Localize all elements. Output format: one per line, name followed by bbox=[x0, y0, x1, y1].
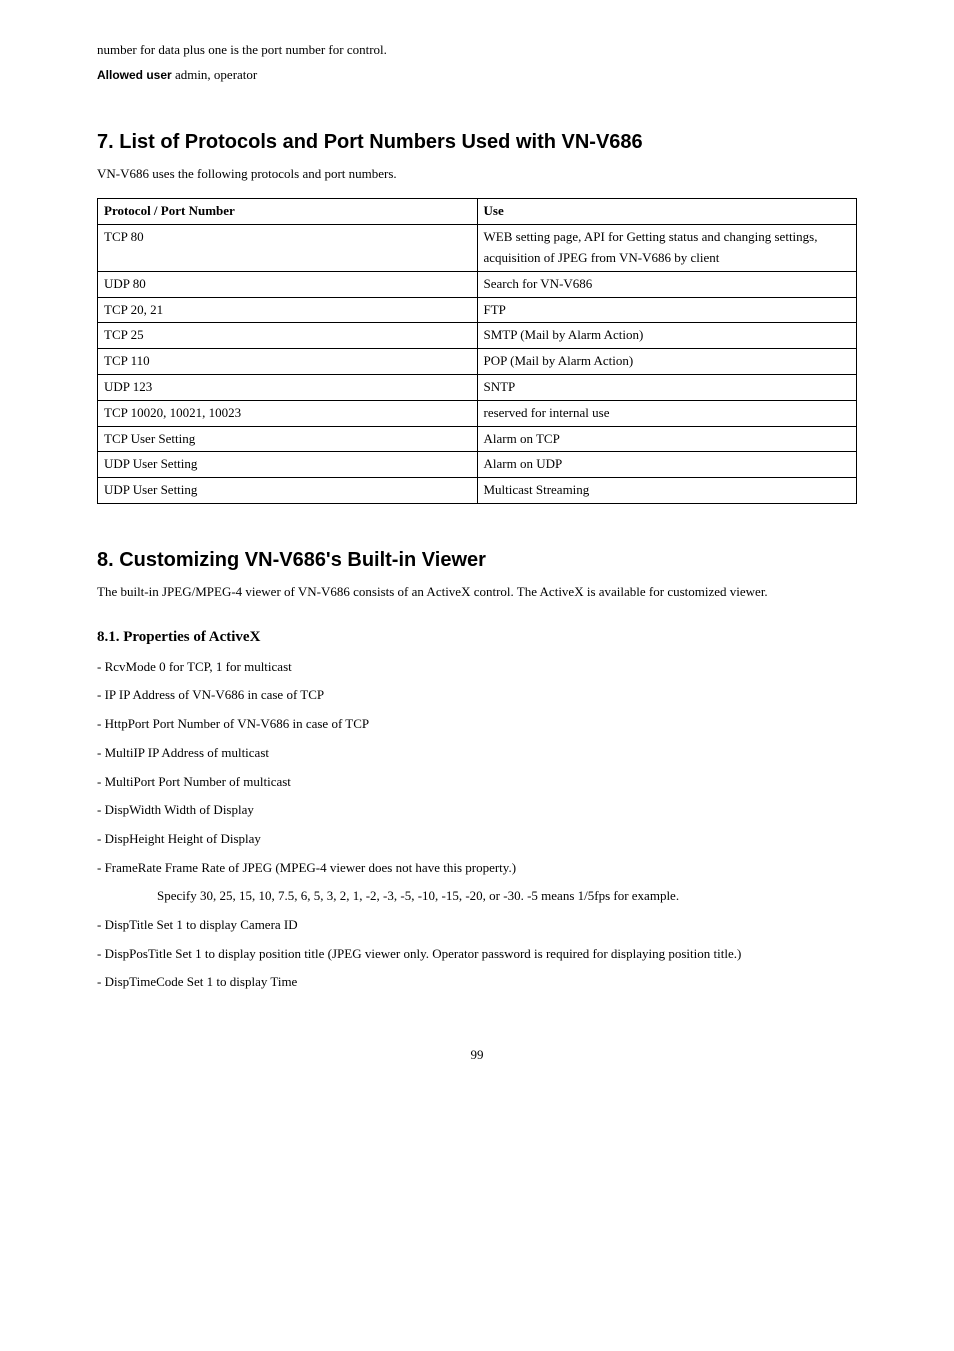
cell-protocol: TCP User Setting bbox=[98, 426, 478, 452]
framerate-detail: Specify 30, 25, 15, 10, 7.5, 6, 5, 3, 2,… bbox=[157, 884, 857, 909]
cell-protocol: TCP 20, 21 bbox=[98, 297, 478, 323]
prop-line: - DispPosTitle Set 1 to display position… bbox=[97, 942, 857, 967]
cell-use: Alarm on UDP bbox=[477, 452, 857, 478]
prop-line: - DispHeight Height of Display bbox=[97, 827, 857, 852]
section-7-subtext: VN-V686 uses the following protocols and… bbox=[97, 164, 857, 185]
prop-line: - DispWidth Width of Display bbox=[97, 798, 857, 823]
prop-line: - DispTimeCode Set 1 to display Time bbox=[97, 970, 857, 995]
prop-line: - IP IP Address of VN-V686 in case of TC… bbox=[97, 683, 857, 708]
page-number: 99 bbox=[97, 1045, 857, 1066]
col-protocol: Protocol / Port Number bbox=[98, 199, 478, 225]
cell-protocol: UDP 80 bbox=[98, 271, 478, 297]
cell-use: reserved for internal use bbox=[477, 400, 857, 426]
prop-line: - MultiIP IP Address of multicast bbox=[97, 741, 857, 766]
allowed-user-label: Allowed user bbox=[97, 68, 172, 82]
prop-line: - DispTitle Set 1 to display Camera ID bbox=[97, 913, 857, 938]
cell-use: WEB setting page, API for Getting status… bbox=[477, 225, 857, 272]
cell-protocol: TCP 110 bbox=[98, 349, 478, 375]
cell-protocol: UDP User Setting bbox=[98, 478, 478, 504]
cell-protocol: TCP 25 bbox=[98, 323, 478, 349]
section-8-subtext: The built-in JPEG/MPEG-4 viewer of VN-V6… bbox=[97, 582, 857, 603]
table-row: TCP 25SMTP (Mail by Alarm Action) bbox=[98, 323, 857, 349]
prop-line: - MultiPort Port Number of multicast bbox=[97, 770, 857, 795]
table-row: UDP 123SNTP bbox=[98, 374, 857, 400]
col-use: Use bbox=[477, 199, 857, 225]
cell-use: Multicast Streaming bbox=[477, 478, 857, 504]
cell-use: Alarm on TCP bbox=[477, 426, 857, 452]
prop-line: - RcvMode 0 for TCP, 1 for multicast bbox=[97, 655, 857, 680]
cell-protocol: UDP 123 bbox=[98, 374, 478, 400]
section-7-heading: 7. List of Protocols and Port Numbers Us… bbox=[97, 126, 857, 158]
properties-list: - RcvMode 0 for TCP, 1 for multicast - I… bbox=[97, 655, 857, 995]
cell-use: SNTP bbox=[477, 374, 857, 400]
section-8-heading: 8. Customizing VN-V686's Built-in Viewer bbox=[97, 544, 857, 576]
table-row: TCP 10020, 10021, 10023reserved for inte… bbox=[98, 400, 857, 426]
cell-use: Search for VN-V686 bbox=[477, 271, 857, 297]
table-row: UDP User SettingAlarm on UDP bbox=[98, 452, 857, 478]
table-row: UDP User SettingMulticast Streaming bbox=[98, 478, 857, 504]
table-row: TCP 110POP (Mail by Alarm Action) bbox=[98, 349, 857, 375]
section-8-1-heading: 8.1. Properties of ActiveX bbox=[97, 625, 857, 649]
table-row: TCP 80WEB setting page, API for Getting … bbox=[98, 225, 857, 272]
protocol-table: Protocol / Port Number Use TCP 80WEB set… bbox=[97, 198, 857, 504]
cell-protocol: TCP 80 bbox=[98, 225, 478, 272]
table-header-row: Protocol / Port Number Use bbox=[98, 199, 857, 225]
table-row: TCP User SettingAlarm on TCP bbox=[98, 426, 857, 452]
table-row: TCP 20, 21FTP bbox=[98, 297, 857, 323]
cell-protocol: TCP 10020, 10021, 10023 bbox=[98, 400, 478, 426]
intro-line: number for data plus one is the port num… bbox=[97, 40, 857, 61]
cell-use: POP (Mail by Alarm Action) bbox=[477, 349, 857, 375]
cell-use: SMTP (Mail by Alarm Action) bbox=[477, 323, 857, 349]
prop-line: - FrameRate Frame Rate of JPEG (MPEG-4 v… bbox=[97, 856, 857, 881]
prop-line: - HttpPort Port Number of VN-V686 in cas… bbox=[97, 712, 857, 737]
cell-use: FTP bbox=[477, 297, 857, 323]
cell-protocol: UDP User Setting bbox=[98, 452, 478, 478]
table-row: UDP 80Search for VN-V686 bbox=[98, 271, 857, 297]
allowed-user-value: admin, operator bbox=[175, 67, 257, 82]
allowed-user-line: Allowed user admin, operator bbox=[97, 65, 857, 86]
